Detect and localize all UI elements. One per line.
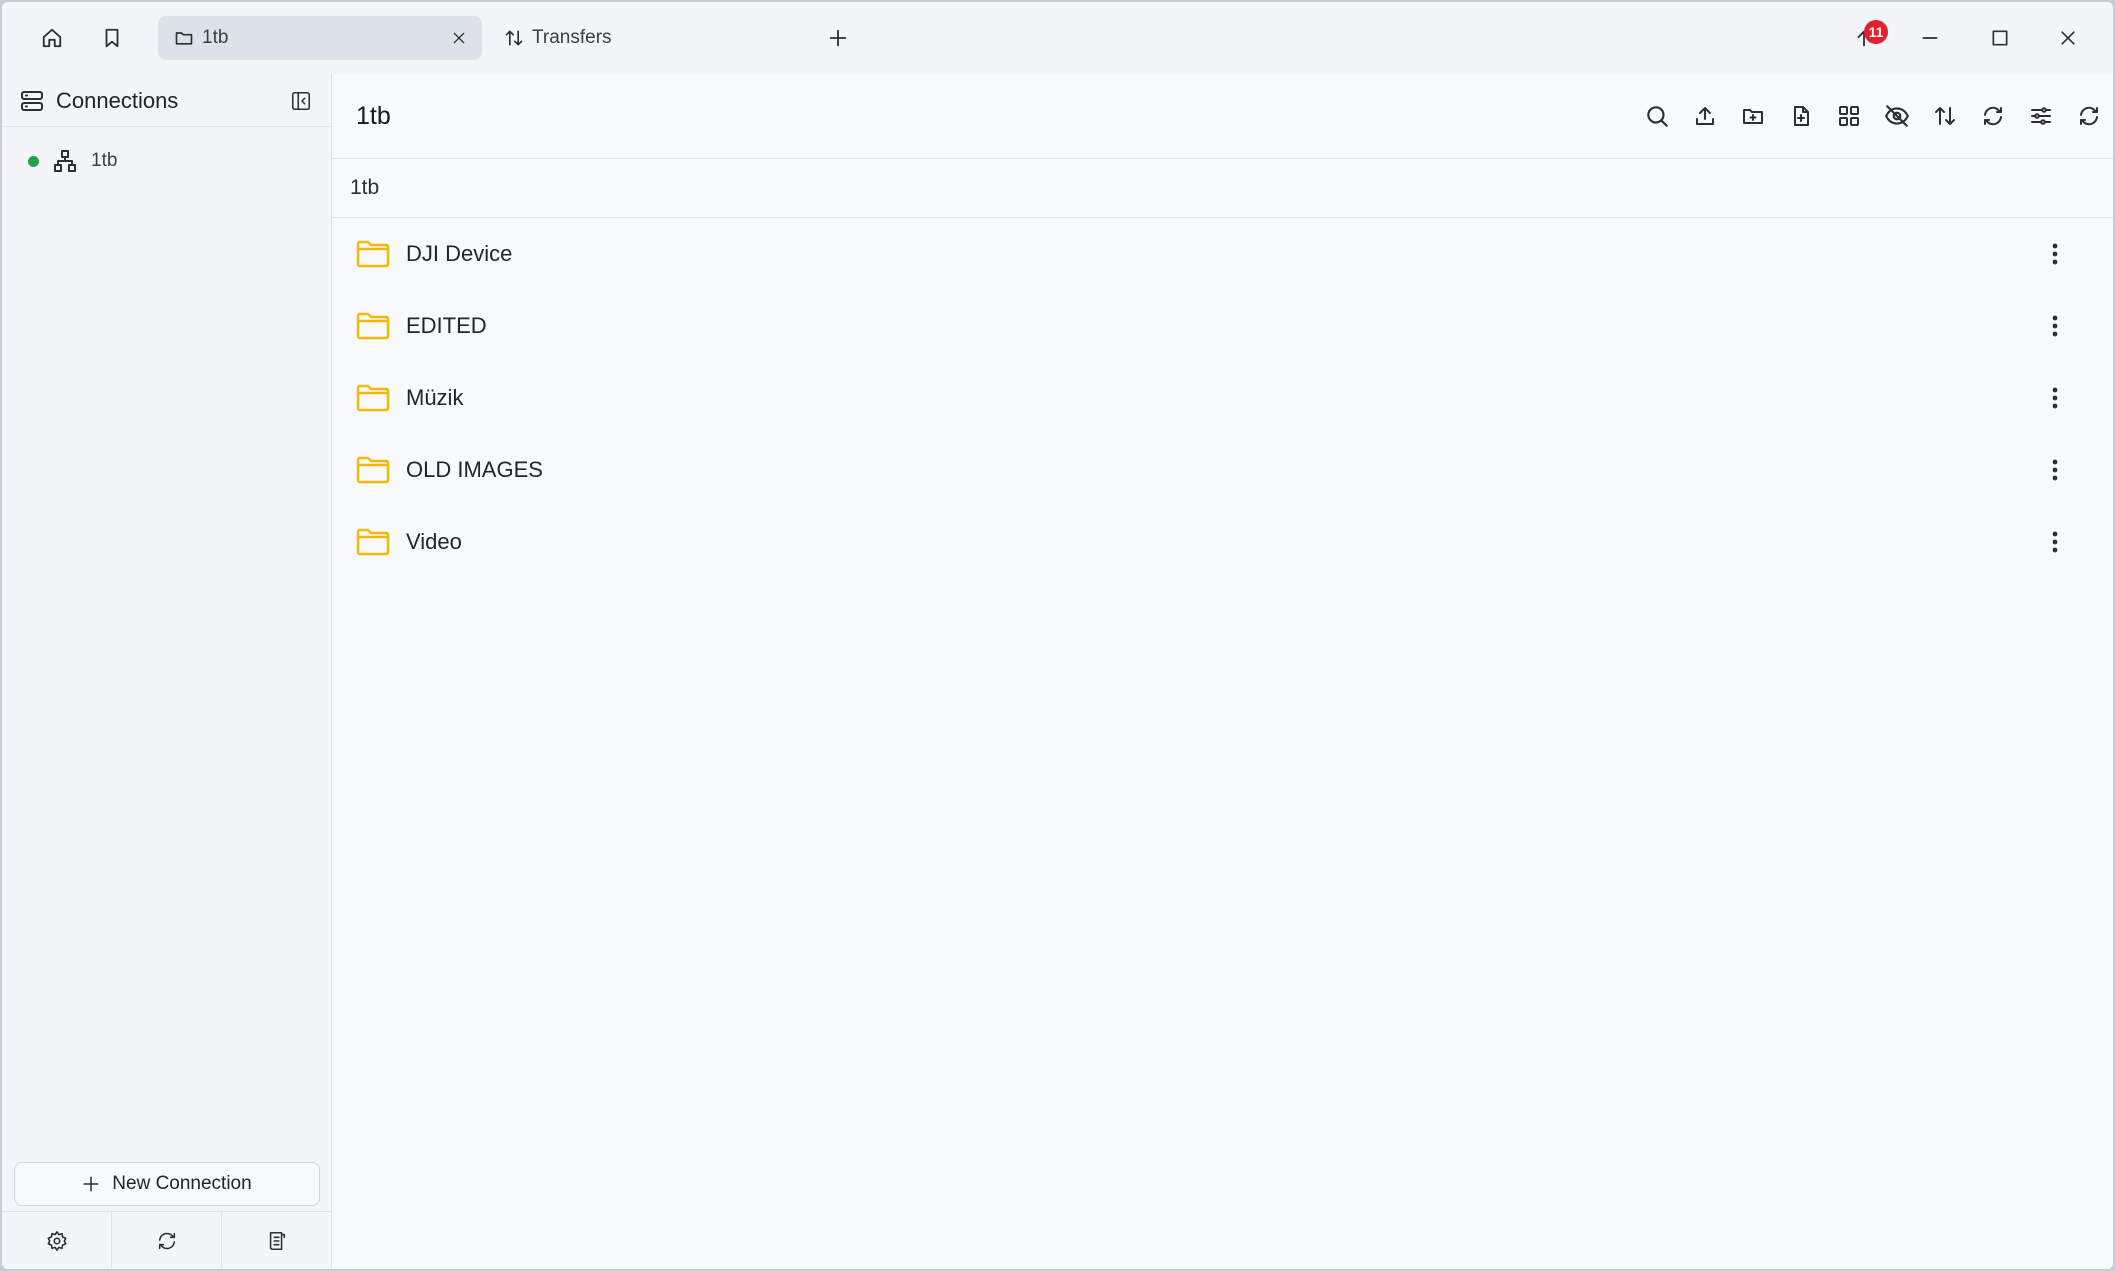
minimize-icon <box>1922 37 1938 39</box>
bookmark-icon <box>105 28 119 48</box>
filter-button[interactable] <box>2023 98 2059 134</box>
maximize-icon <box>1992 30 2008 46</box>
sort-icon <box>1935 107 1955 125</box>
hidden-files-icon <box>1885 105 1909 127</box>
app-window: 1tb Transfers 11 Connections 1tb New Con… <box>2 2 2113 1269</box>
grid-view-icon <box>1839 106 1859 126</box>
list-item[interactable]: DJI Device <box>332 218 2113 290</box>
upload-icon <box>1696 107 1714 125</box>
home-button[interactable] <box>34 20 70 56</box>
new-folder-icon <box>1743 109 1763 124</box>
collapse-sidebar-icon <box>291 91 311 111</box>
tab-label: 1tb <box>202 27 229 48</box>
toggle-hidden-files-button[interactable] <box>1879 98 1915 134</box>
more-vertical-icon <box>2052 315 2058 337</box>
more-vertical-icon <box>2052 459 2058 481</box>
more-options-button[interactable] <box>2037 380 2073 416</box>
sync-button[interactable] <box>112 1212 222 1269</box>
transfer-arrows-icon <box>505 30 523 46</box>
list-item[interactable]: Müzik <box>332 362 2113 434</box>
tab-transfers[interactable]: Transfers <box>488 16 808 60</box>
list-item[interactable]: EDITED <box>332 290 2113 362</box>
connection-label: 1tb <box>91 150 118 171</box>
more-options-button[interactable] <box>2037 524 2073 560</box>
plus-icon <box>83 1176 99 1192</box>
close-icon <box>453 32 465 44</box>
tab-label: Transfers <box>532 27 612 48</box>
filter-icon <box>2031 107 2051 125</box>
folder-icon <box>356 240 390 268</box>
new-connection-label: New Connection <box>112 1173 252 1194</box>
more-options-button[interactable] <box>2037 236 2073 272</box>
more-vertical-icon <box>2052 531 2058 553</box>
bookmarks-button[interactable] <box>94 20 130 56</box>
toolbar <box>1627 98 2107 134</box>
connection-status-dot <box>28 155 39 167</box>
file-list: DJI Device EDITED Müzik OLD IMAGES Video <box>332 218 2113 578</box>
more-vertical-icon <box>2052 387 2058 409</box>
list-item[interactable]: OLD IMAGES <box>332 434 2113 506</box>
tab-1tb[interactable]: 1tb <box>158 16 482 60</box>
sidebar-title: Connections <box>56 88 179 113</box>
folder-icon <box>356 312 390 340</box>
breadcrumb-item[interactable]: 1tb <box>350 176 379 200</box>
sync-icon <box>158 1232 175 1250</box>
sidebar-footer <box>2 1211 331 1269</box>
folder-icon <box>356 456 390 484</box>
file-name: Video <box>406 529 462 554</box>
home-icon <box>42 28 62 48</box>
list-item[interactable]: Video <box>332 506 2113 578</box>
settings-icon <box>47 1231 66 1251</box>
new-file-icon <box>1794 106 1809 126</box>
more-vertical-icon <box>2052 243 2058 265</box>
close-window-icon <box>2061 31 2075 45</box>
collapse-sidebar-button[interactable] <box>288 88 314 114</box>
page-title: 1tb <box>356 102 391 130</box>
maximize-button[interactable] <box>1982 20 2018 56</box>
title-bar: 1tb Transfers 11 <box>2 2 2113 74</box>
logs-icon <box>269 1231 285 1251</box>
new-connection-button[interactable]: New Connection <box>14 1162 320 1206</box>
sidebar: Connections 1tb New Connection <box>2 74 332 1269</box>
grid-view-button[interactable] <box>1831 98 1867 134</box>
file-name: EDITED <box>406 313 487 338</box>
new-file-button[interactable] <box>1783 98 1819 134</box>
new-folder-button[interactable] <box>1735 98 1771 134</box>
breadcrumb: 1tb <box>332 158 2113 218</box>
sort-button[interactable] <box>1927 98 1963 134</box>
new-tab-button[interactable] <box>820 20 856 56</box>
server-icon <box>21 91 43 111</box>
network-icon <box>54 150 76 172</box>
close-window-button[interactable] <box>2050 20 2086 56</box>
upload-button[interactable] <box>1687 98 1723 134</box>
file-name: Müzik <box>406 385 464 410</box>
settings-button[interactable] <box>2 1212 112 1269</box>
folder-icon <box>356 528 390 556</box>
sidebar-header: Connections <box>2 74 331 127</box>
minimize-button[interactable] <box>1912 20 1948 56</box>
plus-icon <box>829 29 847 47</box>
folder-icon <box>175 32 193 45</box>
search-button[interactable] <box>1639 98 1675 134</box>
file-name: DJI Device <box>406 241 513 266</box>
more-options-button[interactable] <box>2037 308 2073 344</box>
connection-item-1tb[interactable]: 1tb <box>18 142 318 180</box>
folder-icon <box>356 384 390 412</box>
refresh-button[interactable] <box>2071 98 2107 134</box>
logs-button[interactable] <box>222 1212 331 1269</box>
refresh-icon <box>2080 106 2098 126</box>
notification-badge: 11 <box>1864 20 1888 44</box>
sync-icon <box>1984 106 2002 126</box>
tab-close-button[interactable] <box>448 27 470 49</box>
file-name: OLD IMAGES <box>406 457 543 482</box>
search-icon <box>1647 106 1668 127</box>
more-options-button[interactable] <box>2037 452 2073 488</box>
sync-folder-button[interactable] <box>1975 98 2011 134</box>
file-browser: 1tb 1tb DJI Device EDITED Müzik OLD IMAG… <box>332 74 2113 1269</box>
main-header: 1tb <box>332 74 2113 159</box>
